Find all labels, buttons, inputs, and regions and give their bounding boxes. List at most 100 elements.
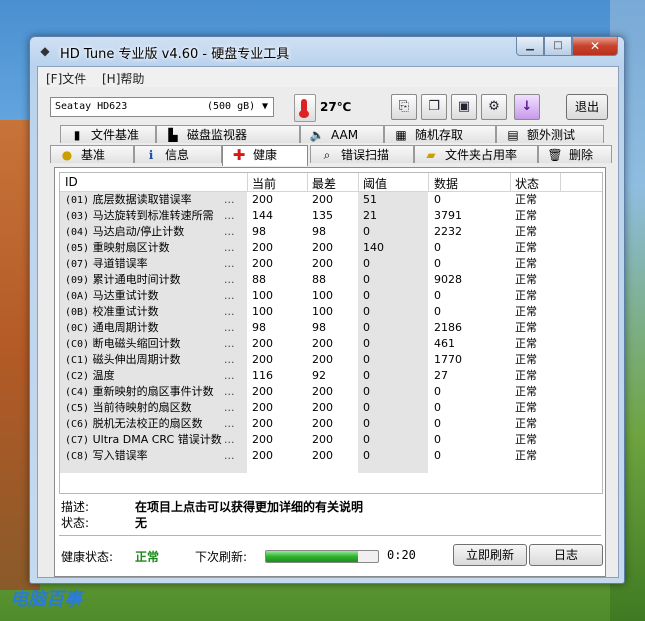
table-row[interactable]: (C8) 写入错误率... 200 200 0 0 正常 (60, 448, 602, 464)
threshold-value: 140 (363, 241, 384, 254)
tab-error-scan[interactable]: ⌕ 错误扫描 (310, 145, 414, 163)
table-row[interactable]: (04) 马达启动/停止计数... 98 98 0 2232 正常 (60, 224, 602, 240)
close-button[interactable]: ✕ (572, 37, 618, 56)
copy-screenshot-icon[interactable]: ❐ (421, 94, 447, 120)
ellipsis: ... (224, 337, 235, 350)
table-row[interactable]: (C4) 重新映射的扇区事件计数... 200 200 0 0 正常 (60, 384, 602, 400)
smart-attribute-name: (C1) 磁头伸出周期计数 (65, 353, 181, 366)
header-data[interactable]: 数据 (434, 175, 458, 192)
raw-data-value: 0 (434, 417, 441, 430)
raw-data-value: 27 (434, 369, 448, 382)
refresh-progress-bar (265, 550, 379, 563)
tab-extra-tests[interactable]: ▤ 额外测试 (496, 125, 604, 143)
raw-data-value: 3791 (434, 209, 462, 222)
status-value: 正常 (515, 193, 537, 206)
threshold-value: 0 (363, 321, 370, 334)
table-row[interactable]: (0B) 校准重试计数... 100 100 0 0 正常 (60, 304, 602, 320)
table-row[interactable]: (C0) 断电磁头缩回计数... 200 200 0 461 正常 (60, 336, 602, 352)
worst-value: 200 (312, 337, 333, 350)
threshold-value: 0 (363, 369, 370, 382)
magnifier-icon: ⌕ (323, 148, 331, 162)
tab-info[interactable]: ℹ 信息 (134, 145, 222, 163)
thermometer-icon (294, 94, 316, 122)
status-value: 正常 (515, 225, 537, 238)
info-icon: ℹ (148, 148, 154, 162)
header-status[interactable]: 状态 (515, 175, 539, 192)
worst-value: 200 (312, 257, 333, 270)
status-value: 正常 (515, 353, 537, 366)
maximize-button[interactable]: □ (544, 37, 572, 56)
smart-attribute-name: (C6) 脱机无法校正的扇区数 (65, 417, 203, 430)
app-window: ◆ HD Tune 专业版 v4.60 - 硬盘专业工具 ▁ □ ✕ [F]文件… (29, 36, 625, 584)
header-current[interactable]: 当前 (252, 175, 276, 192)
log-button[interactable]: 日志 (529, 544, 603, 566)
table-row[interactable]: (0A) 马达重试计数... 100 100 0 0 正常 (60, 288, 602, 304)
table-row[interactable]: (C6) 脱机无法校正的扇区数... 200 200 0 0 正常 (60, 416, 602, 432)
status-value: 正常 (515, 337, 537, 350)
refresh-timer: 0:20 (387, 548, 416, 562)
current-value: 200 (252, 241, 273, 254)
current-value: 200 (252, 385, 273, 398)
options-gear-icon[interactable]: ⚙ (481, 94, 507, 120)
ellipsis: ... (224, 225, 235, 238)
ellipsis: ... (224, 273, 235, 286)
threshold-value: 0 (363, 273, 370, 286)
state-value: 无 (135, 516, 148, 530)
table-row[interactable]: (C1) 磁头伸出周期计数... 200 200 0 1770 正常 (60, 352, 602, 368)
status-value: 正常 (515, 433, 537, 446)
benchmark-icon: ● (61, 148, 73, 162)
smart-attribute-name: (0A) 马达重试计数 (65, 289, 159, 302)
menu-help[interactable]: [H]帮助 (102, 70, 144, 87)
table-row[interactable]: (0C) 通电周期计数... 98 98 0 2186 正常 (60, 320, 602, 336)
raw-data-value: 9028 (434, 273, 462, 286)
tab-health[interactable]: ✚ 健康 (222, 145, 308, 166)
extra-test-icon: ▤ (507, 128, 519, 142)
tab-aam[interactable]: 🔈 AAM (300, 125, 384, 143)
worst-value: 200 (312, 241, 333, 254)
smart-attribute-name: (C8) 写入错误率 (65, 449, 148, 462)
title-bar[interactable]: ◆ HD Tune 专业版 v4.60 - 硬盘专业工具 ▁ □ ✕ (30, 37, 624, 65)
window-title: HD Tune 专业版 v4.60 - 硬盘专业工具 (60, 47, 290, 62)
table-row[interactable]: (07) 寻道错误率... 200 200 0 0 正常 (60, 256, 602, 272)
raw-data-value: 0 (434, 449, 441, 462)
save-icon[interactable]: ▣ (451, 94, 477, 120)
drive-select[interactable]: Seatay HD623 (500 gB) ▼ (50, 97, 274, 117)
ellipsis: ... (224, 305, 235, 318)
download-arrow-icon[interactable]: ↓ (514, 94, 540, 120)
tab-benchmark[interactable]: ● 基准 (50, 145, 134, 163)
table-row[interactable]: (C2) 温度... 116 92 0 27 正常 (60, 368, 602, 384)
table-row[interactable]: (C5) 当前待映射的扇区数... 200 200 0 0 正常 (60, 400, 602, 416)
table-row[interactable]: (05) 重映射扇区计数... 200 200 140 0 正常 (60, 240, 602, 256)
smart-attribute-name: (04) 马达启动/停止计数 (65, 225, 185, 238)
current-value: 200 (252, 449, 273, 462)
menu-file[interactable]: [F]文件 (46, 70, 86, 87)
tab-folder-usage[interactable]: ▰ 文件夹占用率 (414, 145, 538, 163)
copy-text-icon[interactable]: ⎘ (391, 94, 417, 120)
current-value: 98 (252, 321, 266, 334)
tab-random-access[interactable]: ▦ 随机存取 (384, 125, 496, 143)
table-row[interactable]: (03) 马达旋转到标准转速所需... 144 135 21 3791 正常 (60, 208, 602, 224)
refresh-now-button[interactable]: 立即刷新 (453, 544, 527, 566)
folder-icon: ▰ (426, 148, 436, 162)
table-row[interactable]: (09) 累计通电时间计数... 88 88 0 9028 正常 (60, 272, 602, 288)
smart-attribute-name: (09) 累计通电时间计数 (65, 273, 181, 286)
next-refresh-label: 下次刷新: (195, 550, 248, 564)
tab-erase[interactable]: 🗑 删除 (538, 145, 612, 163)
current-value: 116 (252, 369, 273, 382)
table-row[interactable]: (C7) Ultra DMA CRC 错误计数... 200 200 0 0 正常 (60, 432, 602, 448)
header-worst[interactable]: 最差 (312, 175, 336, 192)
smart-table[interactable]: ID 当前 最差 阈值 数据 状态 (01) 底层数据读取错误率... 200 20… (59, 172, 603, 494)
header-id[interactable]: ID (65, 175, 78, 189)
worst-value: 135 (312, 209, 333, 222)
table-row[interactable]: (01) 底层数据读取错误率... 200 200 51 0 正常 (60, 192, 602, 208)
status-value: 正常 (515, 273, 537, 286)
tab-disk-monitor[interactable]: ▙ 磁盘监视器 (156, 125, 300, 143)
smart-attribute-name: (C4) 重新映射的扇区事件计数 (65, 385, 214, 398)
raw-data-value: 0 (434, 241, 441, 254)
menu-bar: [F]文件 [H]帮助 (38, 67, 618, 87)
exit-button[interactable]: 退出 (566, 94, 608, 120)
tab-file-benchmark[interactable]: ▮ 文件基准 (60, 125, 156, 143)
speaker-icon: 🔈 (309, 128, 325, 142)
minimize-button[interactable]: ▁ (516, 37, 544, 56)
header-threshold[interactable]: 阈值 (363, 175, 387, 192)
